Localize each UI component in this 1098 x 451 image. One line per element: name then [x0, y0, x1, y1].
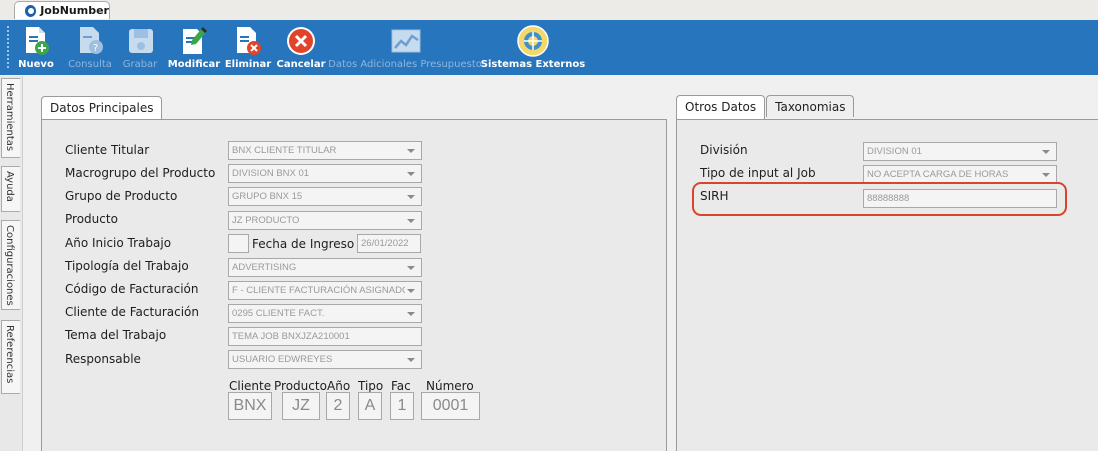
edit-document-icon	[183, 27, 207, 54]
external-systems-label: Sistemas Externos	[480, 59, 586, 70]
left-panel-tabs: Datos Principales	[41, 96, 163, 120]
producto-select[interactable]: JZ PRODUCTO	[228, 211, 422, 230]
right-panel-tabs: Otros Datos Taxonomias	[676, 95, 855, 120]
document-tab-bar: JobNumber	[0, 0, 1098, 21]
macrogrupo-select[interactable]: DIVISION BNX 01	[228, 164, 422, 183]
save-disk-icon	[129, 29, 153, 53]
codigo-facturacion-select[interactable]: F - CLIENTE FACTURACIÓN ASIGNADO	[228, 281, 422, 300]
cliente-titular-label: Cliente Titular	[65, 143, 150, 157]
side-tab-label: Ayuda	[4, 171, 15, 202]
division-select[interactable]: DIVISION 01	[863, 142, 1057, 161]
cancel-button-label: Cancelar	[276, 59, 326, 70]
division-label: División	[700, 143, 748, 157]
svg-text:?: ?	[93, 43, 98, 54]
tipologia-label: Tipología del Trabajo	[65, 259, 189, 273]
responsable-select[interactable]: USUARIO EDWREYES	[228, 350, 422, 369]
delete-document-icon	[237, 27, 261, 55]
app-logo-icon	[25, 4, 37, 17]
code-fac-box: 1	[390, 392, 414, 420]
side-tab-configuraciones[interactable]: Configuraciones	[1, 220, 20, 310]
anio-inicio-input[interactable]: 2	[228, 234, 249, 253]
code-producto-box: JZ	[282, 392, 320, 420]
code-numero-box: 0001	[421, 392, 480, 420]
delete-button-label: Eliminar	[224, 59, 272, 70]
side-tab-label: Referencias	[4, 325, 15, 384]
toolbar-grip[interactable]	[7, 26, 9, 68]
tab-jobnumber[interactable]: JobNumber	[14, 1, 110, 19]
delete-button[interactable]: Eliminar	[224, 23, 272, 73]
code-label-tipo: Tipo	[358, 379, 384, 393]
new-button-label: Nuevo	[18, 59, 54, 70]
side-rail: Herramientas Ayuda Configuraciones Refer…	[0, 76, 23, 451]
side-tab-ayuda[interactable]: Ayuda	[1, 166, 20, 212]
modify-button[interactable]: Modificar	[167, 23, 221, 73]
tab-jobnumber-label: JobNumber	[40, 4, 109, 17]
save-button[interactable]: Grabar	[122, 23, 158, 73]
code-label-numero: Número	[426, 379, 474, 393]
responsable-label: Responsable	[65, 352, 141, 366]
tab-taxonomias[interactable]: Taxonomias	[766, 95, 855, 117]
chart-icon	[391, 29, 421, 53]
fecha-ingreso-input[interactable]: 26/01/2022	[357, 234, 421, 253]
main-toolbar: Nuevo ? Consulta Grabar Modificar Elimin…	[0, 20, 1098, 75]
side-tab-referencias[interactable]: Referencias	[1, 320, 20, 394]
code-tipo-box: A	[358, 392, 382, 420]
query-document-icon: ?	[80, 27, 103, 54]
code-anio-box: 2	[326, 392, 350, 420]
side-tab-herramientas[interactable]: Herramientas	[1, 78, 20, 158]
tab-datos-principales[interactable]: Datos Principales	[41, 96, 163, 120]
additional-budget-data-label: Datos Adicionales Presupuesto	[328, 59, 482, 70]
code-label-anio: Año	[327, 379, 351, 393]
cliente-facturacion-label: Cliente de Facturación	[65, 305, 199, 319]
new-document-icon	[26, 27, 49, 55]
cancel-icon	[287, 27, 315, 55]
cliente-titular-select[interactable]: BNX CLIENTE TITULAR	[228, 141, 422, 160]
tab-otros-datos[interactable]: Otros Datos	[676, 95, 766, 120]
external-systems-icon	[517, 25, 549, 57]
tema-trabajo-input[interactable]: TEMA JOB BNXJZA210001	[228, 327, 422, 346]
code-cliente-box: BNX	[228, 392, 272, 420]
code-label-cliente: Cliente	[229, 379, 272, 393]
sirh-highlight-outline	[692, 182, 1067, 216]
new-button[interactable]: Nuevo	[18, 23, 54, 73]
cancel-button[interactable]: Cancelar	[276, 23, 326, 73]
query-button[interactable]: ? Consulta	[68, 23, 112, 73]
macrogrupo-label: Macrogrupo del Producto	[65, 166, 216, 180]
save-button-label: Grabar	[122, 59, 158, 70]
tipologia-select[interactable]: ADVERTISING	[228, 258, 422, 277]
query-button-label: Consulta	[68, 59, 112, 70]
code-label-fac: Fac	[391, 379, 411, 393]
producto-label: Producto	[65, 212, 118, 226]
external-systems-button[interactable]: Sistemas Externos	[481, 23, 585, 73]
modify-button-label: Modificar	[167, 59, 221, 70]
codigo-facturacion-label: Código de Facturación	[65, 282, 199, 296]
grupo-producto-label: Grupo de Producto	[65, 189, 178, 203]
anio-inicio-label: Año Inicio Trabajo	[65, 236, 172, 250]
additional-budget-data-button[interactable]: Datos Adicionales Presupuesto	[328, 23, 482, 73]
side-tab-label: Herramientas	[4, 83, 15, 152]
fecha-ingreso-label: Fecha de Ingreso	[252, 237, 355, 251]
code-label-producto: Producto	[274, 379, 327, 393]
tipo-input-label: Tipo de input al Job	[700, 166, 816, 180]
side-tab-label: Configuraciones	[4, 225, 15, 306]
tema-trabajo-label: Tema del Trabajo	[65, 328, 167, 342]
grupo-producto-select[interactable]: GRUPO BNX 15	[228, 187, 422, 206]
cliente-facturacion-select[interactable]: 0295 CLIENTE FACT.	[228, 304, 422, 323]
